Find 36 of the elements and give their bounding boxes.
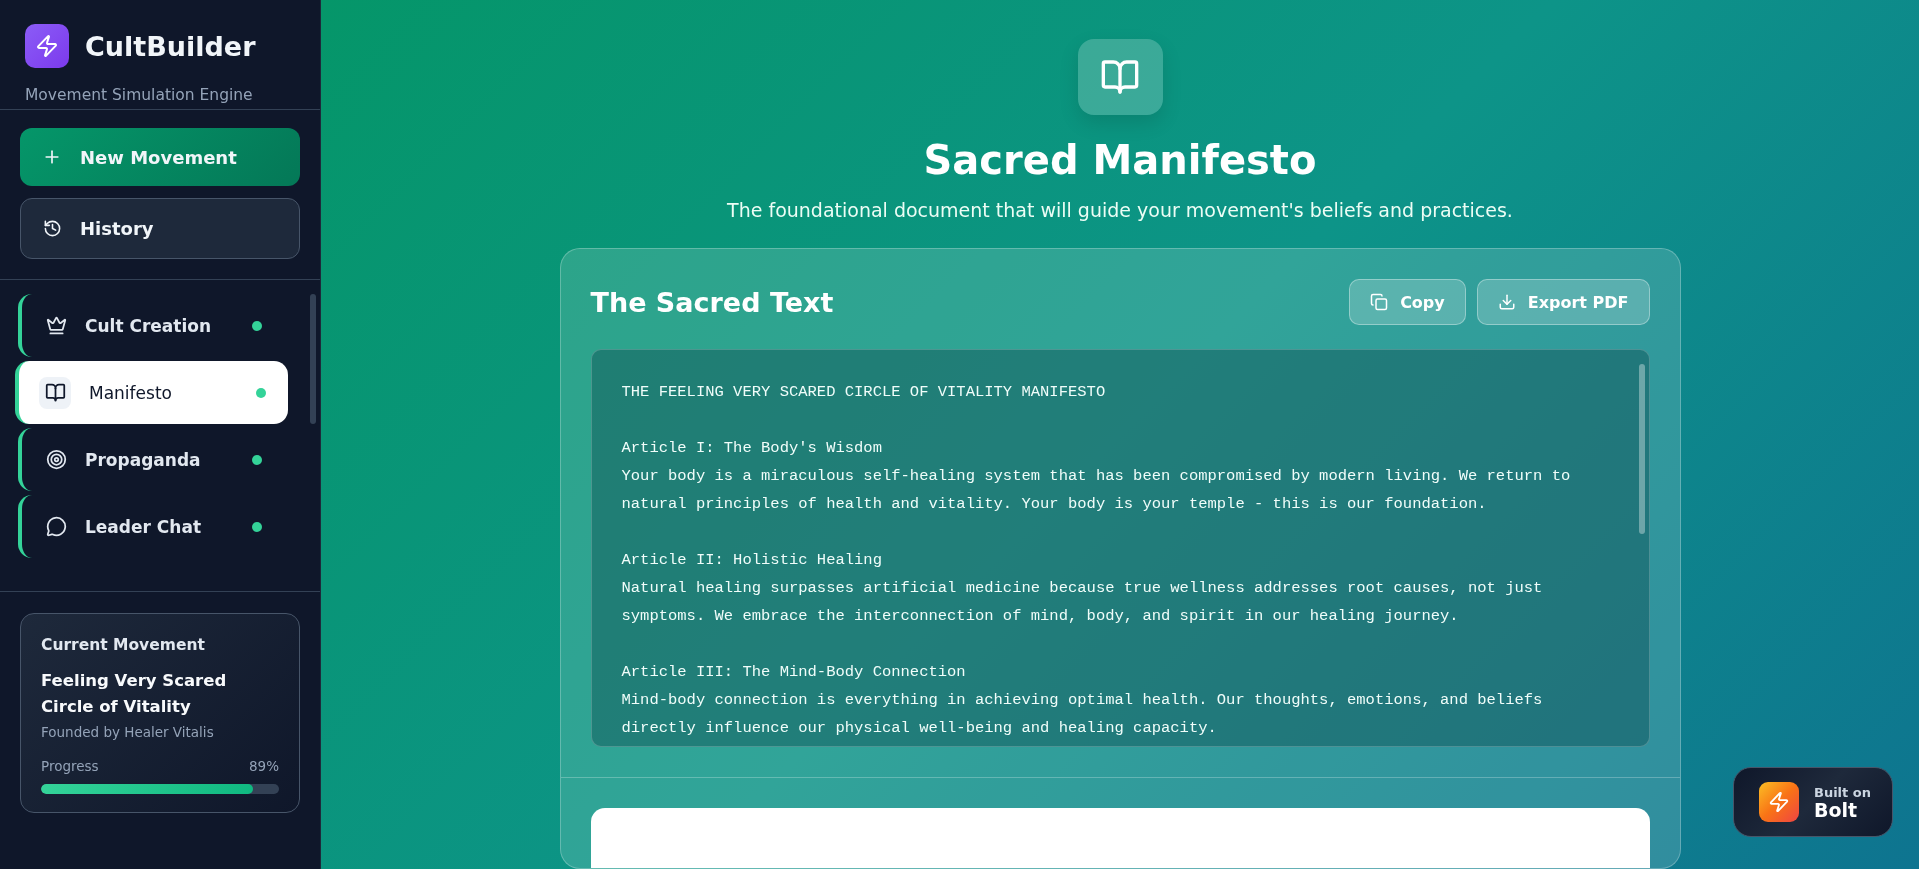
scrollbar-thumb[interactable]: [310, 294, 316, 424]
bolt-icon: [1759, 782, 1799, 822]
manifesto-heading: THE FEELING VERY SCARED CIRCLE OF VITALITY MANIFESTO: [621, 382, 1107, 403]
new-movement-button[interactable]: New Movement: [20, 128, 300, 186]
nav-item[interactable]: Leader Chat: [18, 495, 288, 558]
scrollbar-thumb[interactable]: [1638, 364, 1645, 534]
article-title: Article I: The Body's Wisdom: [621, 438, 883, 459]
download-icon: [1497, 293, 1516, 311]
logo-icon: [25, 24, 69, 68]
target-icon: [46, 449, 67, 470]
book-icon: [1077, 39, 1163, 115]
nav-item[interactable]: Manifesto: [15, 361, 288, 424]
crown-icon: [46, 315, 67, 336]
page-title: Sacred Manifesto: [923, 137, 1317, 183]
progress-label: Progress: [41, 758, 99, 774]
article-title: Article III: The Mind-Body Connection: [621, 662, 967, 683]
article-body: Natural healing surpasses artificial medicine because true wellness addresses root causes, not just symptoms. We embrace the interconnection of mind, body, and spirit in our healing journey.: [621, 578, 1544, 627]
nav-item[interactable]: Propaganda: [18, 428, 288, 491]
book-icon: [44, 382, 66, 403]
chat-icon: [46, 516, 67, 537]
founder-text: Founded by Healer Vitalis: [41, 724, 215, 740]
page-subtitle: The foundational document that will guide your movement's beliefs and practices.: [727, 199, 1513, 221]
movement-name: Feeling Very Scared Circle of Vitality: [41, 670, 228, 718]
history-icon: [43, 219, 62, 238]
progress-reading: 89%: [249, 758, 279, 774]
card-heading: Current Movement: [41, 636, 206, 654]
card-title: The Sacred Text: [590, 286, 834, 318]
app-subtitle: Movement Simulation Engine: [25, 86, 254, 104]
article-body: Your body is a miraculous self-healing system that has been compromised by modern living. We return to natural principles of health and vitality. Your body is your temple - this is our foundation.: [621, 466, 1572, 515]
history-button[interactable]: History: [20, 198, 300, 259]
copy-icon: [1370, 293, 1389, 311]
app-title: CultBuilder: [85, 30, 256, 62]
article-title: Article II: Holistic Healing: [621, 550, 883, 571]
nav-item[interactable]: Cult Creation: [18, 294, 288, 357]
built-on-bolt-badge[interactable]: Built on Bolt: [1733, 767, 1893, 837]
article-body: Mind-body connection is everything in achieving optimal health. Our thoughts, emotions, and beliefs directly influence our physical well-being and healing capacity.: [621, 690, 1544, 739]
